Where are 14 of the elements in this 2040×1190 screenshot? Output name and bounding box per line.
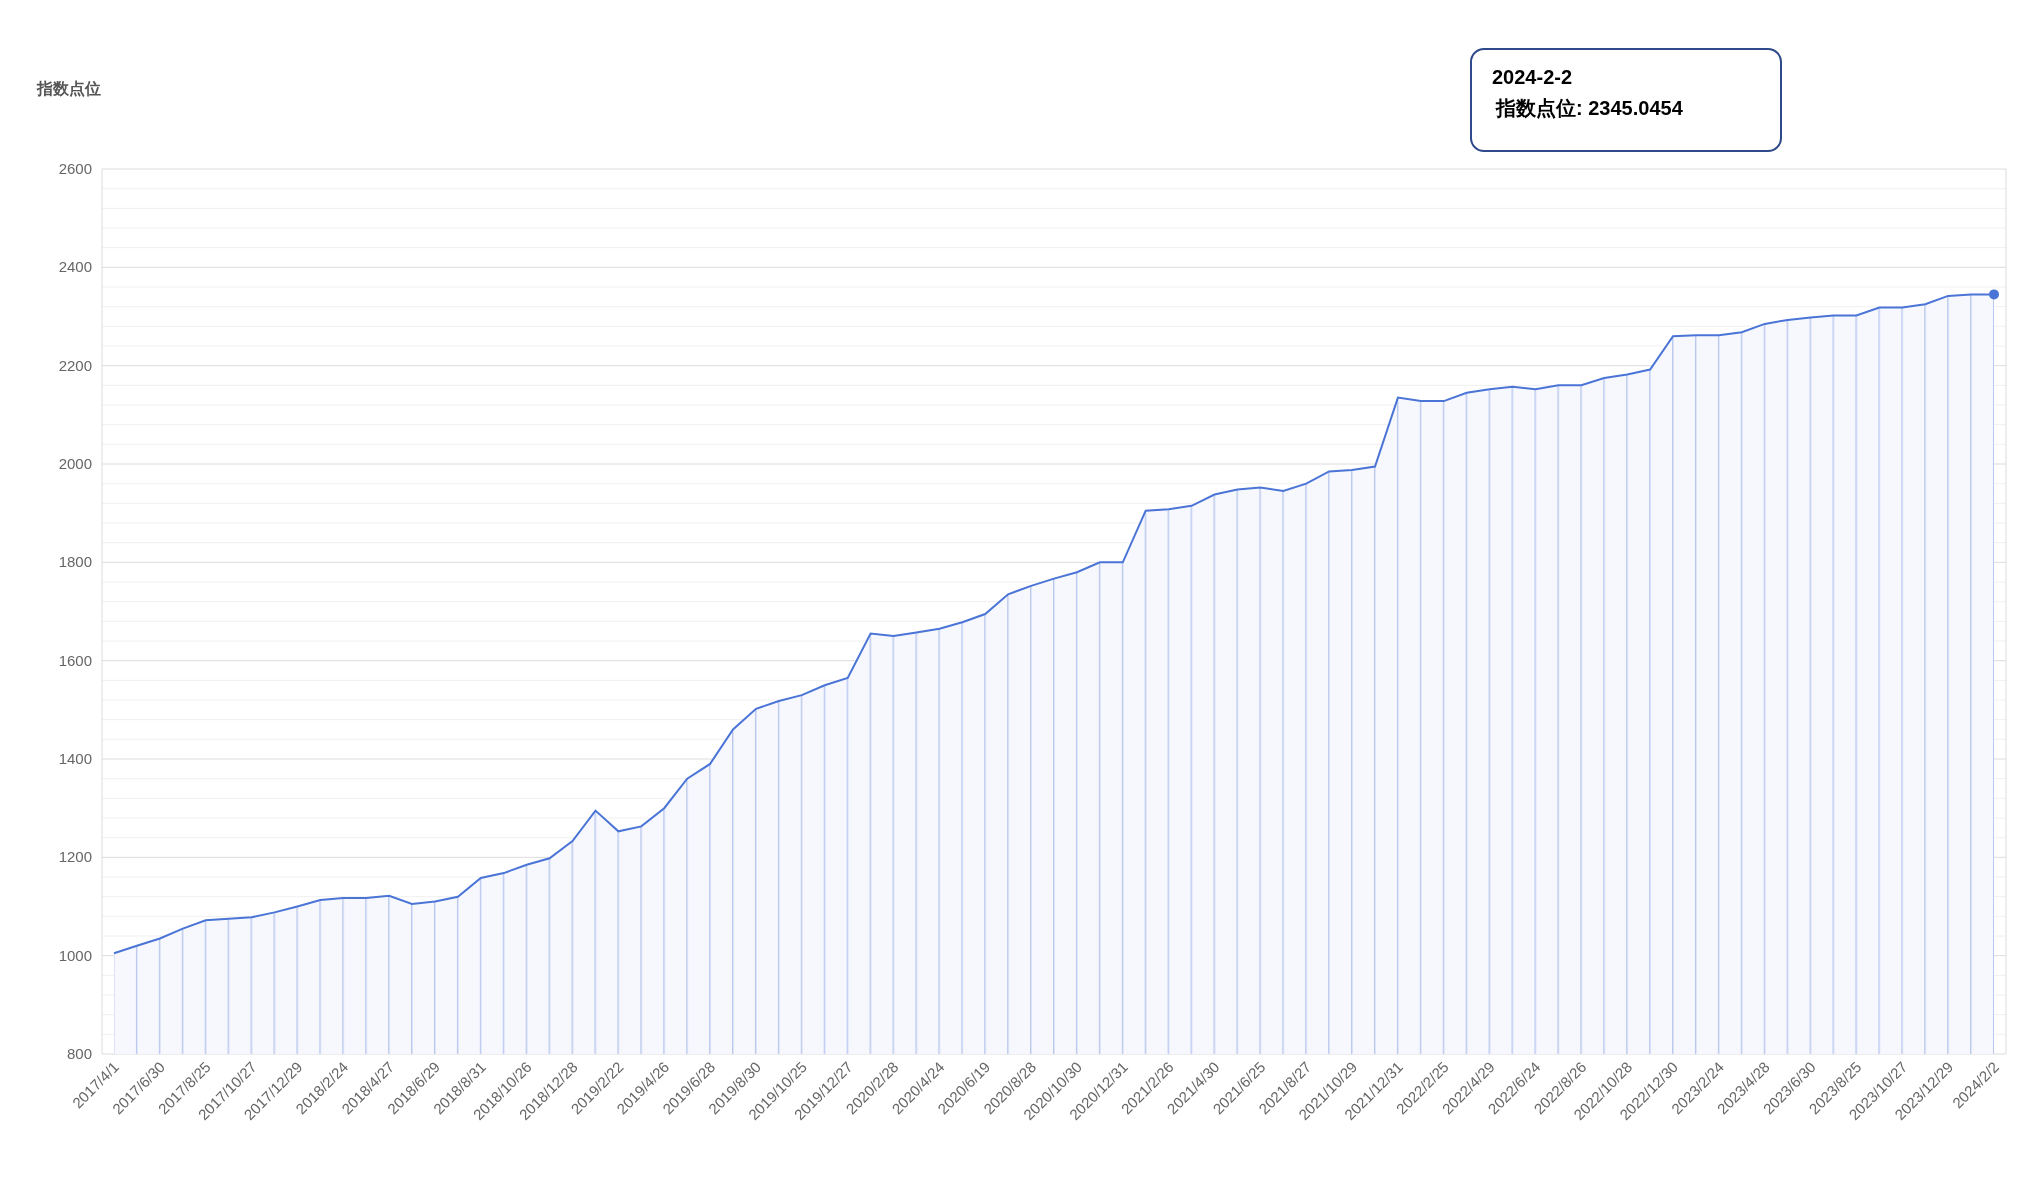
axis-label: 2400 — [58, 258, 92, 276]
axis-label: 2200 — [58, 356, 92, 374]
axis-label: 1400 — [58, 750, 92, 767]
axis-label: 1600 — [58, 651, 92, 669]
data-point-marker — [1989, 289, 1999, 300]
tooltip-value: 指数点位: 2345.0454 — [1494, 96, 1684, 121]
axis-label: 2000 — [58, 455, 92, 472]
axis-title: 指数点位 — [37, 79, 101, 98]
tooltip-date: 2024-2-2 — [1492, 66, 1574, 89]
axis-label: 1000 — [58, 946, 92, 964]
axis-label: 1200 — [58, 848, 92, 866]
axis-label: 800 — [66, 1045, 92, 1062]
axis-label: 1800 — [58, 553, 92, 571]
axis-label: 2600 — [58, 160, 92, 177]
